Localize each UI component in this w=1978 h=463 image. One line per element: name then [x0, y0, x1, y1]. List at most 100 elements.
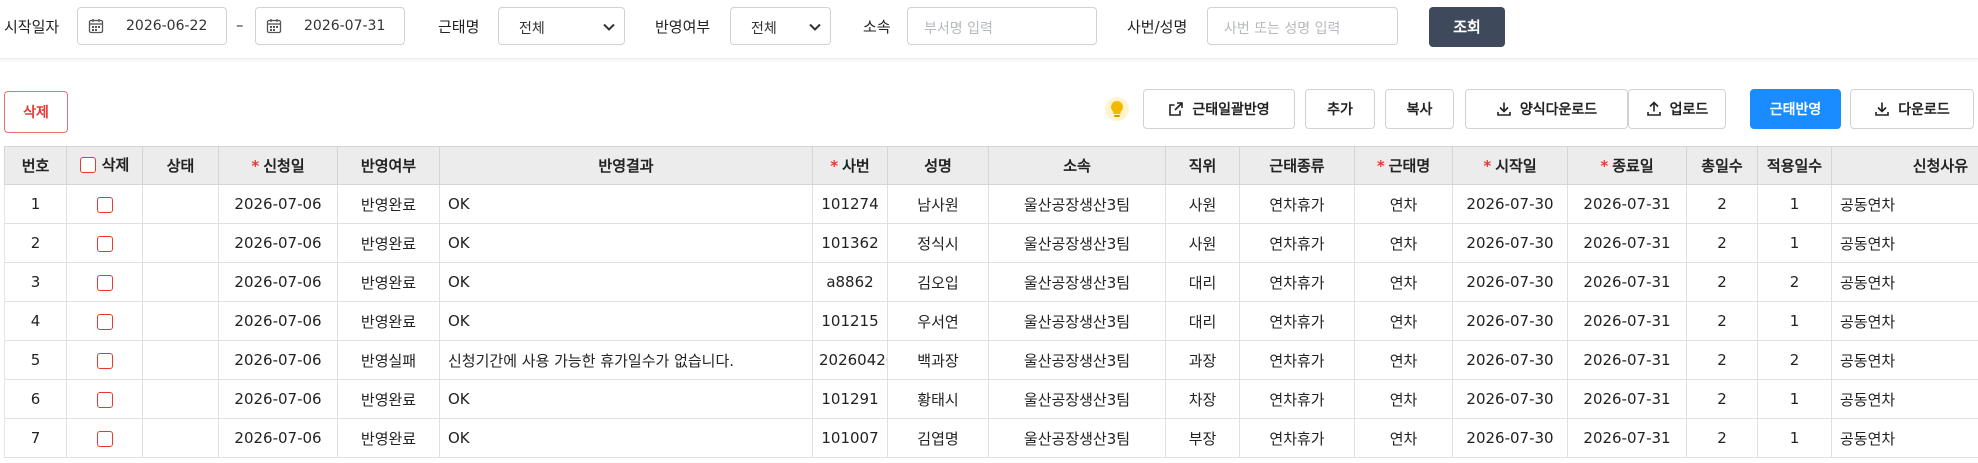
col-end[interactable]: * 종료일 — [1567, 146, 1687, 185]
table-row[interactable]: 6 2026-07-06 반영완료 OK 101291 황태시 울산공장생산3팀 차장 연차휴가… — [4, 379, 1978, 419]
cell-delete[interactable] — [66, 340, 143, 380]
cell-status[interactable] — [142, 184, 219, 224]
bulk-apply-button[interactable]: 근태일괄반영 — [1143, 89, 1295, 129]
cell-apply-date[interactable]: 2026-07-06 — [218, 340, 338, 380]
table-row[interactable]: 7 2026-07-06 반영완료 OK 101007 김엽명 울산공장생산3팀 부장 연차휴가… — [4, 418, 1978, 458]
col-result[interactable]: 반영결과 — [439, 146, 813, 185]
cell-dept[interactable]: 울산공장생산3팀 — [988, 379, 1166, 419]
cell-result[interactable]: OK — [439, 262, 813, 302]
cell-total-days[interactable]: 2 — [1686, 301, 1758, 341]
date-to-field[interactable]: 2026-07-31 — [255, 7, 405, 45]
cell-result[interactable]: OK — [439, 418, 813, 458]
cell-name[interactable]: 우서연 — [887, 301, 989, 341]
cell-no[interactable]: 1 — [4, 184, 67, 224]
cell-reflect[interactable]: 반영완료 — [337, 223, 440, 263]
col-emp-no[interactable]: * 사번 — [812, 146, 888, 185]
cell-total-days[interactable]: 2 — [1686, 418, 1758, 458]
cell-emp-no[interactable]: 202604202 — [812, 340, 888, 380]
col-type[interactable]: 근태종류 — [1239, 146, 1355, 185]
cell-no[interactable]: 4 — [4, 301, 67, 341]
col-total-days[interactable]: 총일수 — [1686, 146, 1758, 185]
cell-position[interactable]: 과장 — [1165, 340, 1240, 380]
cell-no[interactable]: 6 — [4, 379, 67, 419]
cell-total-days[interactable]: 2 — [1686, 262, 1758, 302]
row-checkbox[interactable] — [96, 313, 113, 330]
cell-start[interactable]: 2026-07-30 — [1452, 418, 1568, 458]
select-all-checkbox[interactable] — [79, 156, 96, 173]
col-reflect[interactable]: 반영여부 — [337, 146, 440, 185]
cell-delete[interactable] — [66, 418, 143, 458]
cell-status[interactable] — [142, 301, 219, 341]
cell-position[interactable]: 부장 — [1165, 418, 1240, 458]
cell-dept[interactable]: 울산공장생산3팀 — [988, 262, 1166, 302]
col-apply-date[interactable]: * 신청일 — [218, 146, 338, 185]
cell-name[interactable]: 황태시 — [887, 379, 989, 419]
cell-result[interactable]: OK — [439, 223, 813, 263]
date-from-field[interactable]: 2026-06-22 — [77, 7, 227, 45]
cell-type[interactable]: 연차휴가 — [1239, 301, 1355, 341]
cell-applied-days[interactable]: 1 — [1757, 301, 1832, 341]
cell-att-name[interactable]: 연차 — [1354, 418, 1453, 458]
cell-total-days[interactable]: 2 — [1686, 379, 1758, 419]
cell-name[interactable]: 김오입 — [887, 262, 989, 302]
row-checkbox[interactable] — [96, 391, 113, 408]
table-row[interactable]: 2 2026-07-06 반영완료 OK 101362 정식시 울산공장생산3팀 사원 연차휴가… — [4, 223, 1978, 263]
reflect-select[interactable]: 전체 — [730, 7, 831, 45]
cell-position[interactable]: 대리 — [1165, 301, 1240, 341]
emp-input[interactable]: 사번 또는 성명 입력 — [1207, 7, 1398, 45]
col-no[interactable]: 번호 — [4, 146, 67, 185]
cell-reason[interactable]: 공동연차 — [1831, 340, 1978, 380]
cell-name[interactable]: 정식시 — [887, 223, 989, 263]
col-start[interactable]: * 시작일 — [1452, 146, 1568, 185]
cell-apply-date[interactable]: 2026-07-06 — [218, 262, 338, 302]
cell-no[interactable]: 7 — [4, 418, 67, 458]
cell-no[interactable]: 5 — [4, 340, 67, 380]
cell-att-name[interactable]: 연차 — [1354, 223, 1453, 263]
cell-att-name[interactable]: 연차 — [1354, 340, 1453, 380]
cell-applied-days[interactable]: 1 — [1757, 379, 1832, 419]
cell-apply-date[interactable]: 2026-07-06 — [218, 301, 338, 341]
cell-reflect[interactable]: 반영완료 — [337, 379, 440, 419]
cell-reflect[interactable]: 반영완료 — [337, 301, 440, 341]
cell-no[interactable]: 2 — [4, 223, 67, 263]
col-reason[interactable]: 신청사유 — [1831, 146, 1978, 185]
cell-reason[interactable]: 공동연차 — [1831, 379, 1978, 419]
cell-type[interactable]: 연차휴가 — [1239, 340, 1355, 380]
upload-button[interactable]: 업로드 — [1628, 89, 1726, 129]
col-att-name[interactable]: * 근태명 — [1354, 146, 1453, 185]
table-row[interactable]: 4 2026-07-06 반영완료 OK 101215 우서연 울산공장생산3팀 대리 연차휴가… — [4, 301, 1978, 341]
cell-start[interactable]: 2026-07-30 — [1452, 262, 1568, 302]
cell-result[interactable]: OK — [439, 301, 813, 341]
table-row[interactable]: 3 2026-07-06 반영완료 OK a8862 김오입 울산공장생산3팀 대리 연차휴가 연… — [4, 262, 1978, 302]
cell-start[interactable]: 2026-07-30 — [1452, 340, 1568, 380]
row-checkbox[interactable] — [96, 196, 113, 213]
download-button[interactable]: 다운로드 — [1850, 89, 1974, 129]
col-name[interactable]: 성명 — [887, 146, 989, 185]
row-checkbox[interactable] — [96, 430, 113, 447]
col-position[interactable]: 직위 — [1165, 146, 1240, 185]
cell-type[interactable]: 연차휴가 — [1239, 223, 1355, 263]
cell-dept[interactable]: 울산공장생산3팀 — [988, 301, 1166, 341]
cell-position[interactable]: 사원 — [1165, 184, 1240, 224]
cell-no[interactable]: 3 — [4, 262, 67, 302]
cell-att-name[interactable]: 연차 — [1354, 262, 1453, 302]
cell-applied-days[interactable]: 1 — [1757, 418, 1832, 458]
cell-result[interactable]: OK — [439, 379, 813, 419]
cell-reason[interactable]: 공동연차 — [1831, 418, 1978, 458]
dept-input[interactable]: 부서명 입력 — [907, 7, 1097, 45]
cell-reflect[interactable]: 반영완료 — [337, 418, 440, 458]
cell-total-days[interactable]: 2 — [1686, 340, 1758, 380]
col-status[interactable]: 상태 — [142, 146, 219, 185]
lightbulb-icon[interactable] — [1104, 96, 1130, 122]
cell-status[interactable] — [142, 262, 219, 302]
cell-apply-date[interactable]: 2026-07-06 — [218, 418, 338, 458]
search-button[interactable]: 조회 — [1429, 7, 1505, 47]
cell-apply-date[interactable]: 2026-07-06 — [218, 223, 338, 263]
cell-apply-date[interactable]: 2026-07-06 — [218, 184, 338, 224]
cell-name[interactable]: 김엽명 — [887, 418, 989, 458]
cell-type[interactable]: 연차휴가 — [1239, 379, 1355, 419]
cell-dept[interactable]: 울산공장생산3팀 — [988, 418, 1166, 458]
row-checkbox[interactable] — [96, 235, 113, 252]
cell-delete[interactable] — [66, 223, 143, 263]
cell-type[interactable]: 연차휴가 — [1239, 262, 1355, 302]
